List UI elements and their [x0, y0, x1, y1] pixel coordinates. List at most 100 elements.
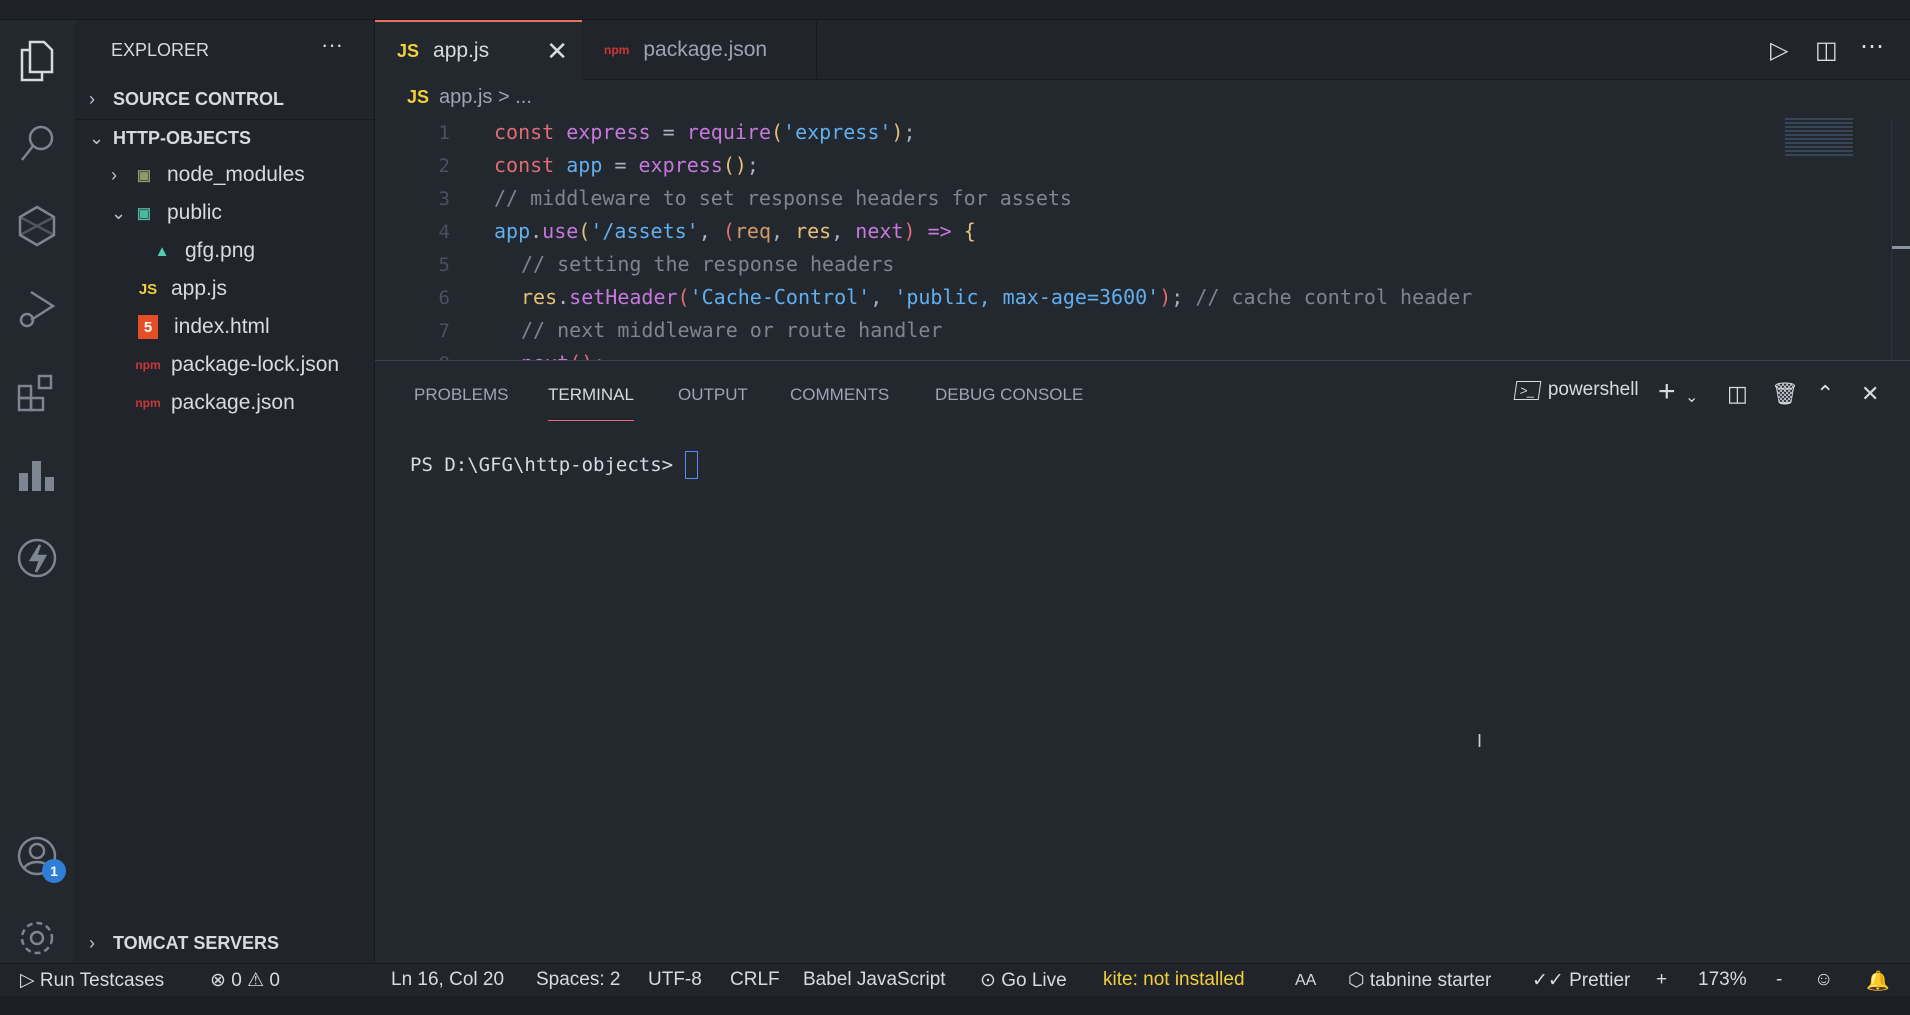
tabnine-status[interactable]: ⬡ tabnine starter	[1348, 969, 1491, 992]
tab-app-js[interactable]: JS app.js ✕	[375, 20, 582, 80]
extensions-icon[interactable]	[14, 369, 60, 415]
tree-label: node_modules	[167, 163, 305, 186]
line-number: 5	[438, 254, 450, 276]
warning-count: 0	[269, 970, 280, 991]
tab-debug-console[interactable]: DEBUG CONSOLE	[935, 385, 1083, 421]
tree-label: gfg.png	[185, 239, 256, 262]
tree-label: package.json	[171, 391, 295, 414]
section-tomcat-servers[interactable]: › TOMCAT SERVERS	[75, 924, 375, 962]
run-icon[interactable]: ▷	[1770, 36, 1788, 65]
code-editor[interactable]: JS app.js > ... 1 2 3 4 5 6 7 8 const exp…	[375, 80, 1910, 360]
run-debug-icon[interactable]	[14, 286, 60, 332]
trash-icon[interactable]: 🗑	[1771, 381, 1799, 407]
error-count: 0	[231, 970, 242, 991]
new-terminal-icon[interactable]: +	[1658, 375, 1676, 409]
npm-file-icon: npm	[135, 396, 161, 410]
section-http-objects[interactable]: ⌄ HTTP-OBJECTS	[75, 119, 375, 157]
zoom-in-button[interactable]: +	[1656, 969, 1667, 991]
section-label: HTTP-OBJECTS	[113, 128, 252, 148]
line-number: 3	[438, 188, 450, 210]
line-number: 6	[438, 287, 450, 309]
tab-problems[interactable]: PROBLEMS	[414, 385, 508, 421]
editor-scrollbar[interactable]	[1891, 118, 1910, 360]
go-live-button[interactable]: ⊙ Go Live	[980, 969, 1067, 992]
tab-output[interactable]: OUTPUT	[678, 385, 748, 421]
error-icon: ⊗	[210, 970, 226, 991]
chevron-down-icon: ⌄	[111, 202, 127, 223]
maximize-panel-icon[interactable]: ⌃	[1816, 381, 1834, 407]
tab-comments[interactable]: COMMENTS	[790, 385, 889, 421]
feedback-icon[interactable]: ☺	[1814, 969, 1833, 991]
tree-item-package-json[interactable]: npm package.json	[75, 384, 375, 422]
breadcrumb-file[interactable]: app.js	[439, 86, 492, 108]
tab-terminal[interactable]: TERMINAL	[548, 385, 634, 421]
shell-name: powershell	[1547, 379, 1639, 400]
search-icon[interactable]	[14, 120, 60, 166]
npm-file-icon: npm	[135, 358, 161, 372]
chevron-down-icon: ⌄	[89, 128, 105, 148]
line-number: 4	[438, 221, 450, 243]
language-mode[interactable]: Babel JavaScript	[803, 969, 946, 991]
os-taskbar	[0, 996, 1910, 1015]
terminal-icon: >_	[1513, 380, 1542, 400]
chevron-right-icon: >	[497, 86, 510, 108]
prettier-label: Prettier	[1569, 970, 1631, 991]
tab-label: app.js	[433, 39, 490, 62]
notifications-bell-icon[interactable]: 🔔	[1866, 969, 1890, 993]
more-actions-icon[interactable]: ⋯	[1860, 32, 1884, 61]
run-testcases-button[interactable]: ▷ Run Testcases	[20, 969, 164, 992]
split-editor-icon[interactable]: ◫	[1815, 36, 1838, 65]
terminal-shell-selector[interactable]: >_ powershell	[1513, 379, 1639, 401]
tab-package-json[interactable]: npm package.json	[582, 20, 817, 80]
code-line: app.use('/assets', (req, res, next) => {	[494, 219, 976, 243]
close-tab-icon[interactable]: ✕	[546, 36, 568, 67]
tree-item-gfg-png[interactable]: ▲ gfg.png	[75, 232, 375, 270]
code-line: // middleware to set response headers fo…	[494, 186, 1072, 210]
terminal-output[interactable]: PS D:\GFG\http-objects>	[410, 451, 698, 479]
encoding[interactable]: UTF-8	[648, 969, 702, 991]
source-control-icon[interactable]	[14, 203, 60, 249]
js-file-icon: JS	[138, 280, 158, 298]
tree-item-app-js[interactable]: JS app.js	[75, 270, 375, 308]
zoom-level[interactable]: 173%	[1698, 969, 1747, 991]
tree-item-public[interactable]: ⌄ ▣ public	[75, 194, 375, 232]
prettier-status[interactable]: ✓✓ Prettier	[1532, 969, 1630, 992]
section-label: SOURCE CONTROL	[113, 88, 284, 109]
kite-status[interactable]: kite: not installed	[1103, 969, 1245, 991]
status-bar: ▷ Run Testcases ⊗ 0 ⚠ 0 Ln 16, Col 20 Sp…	[0, 963, 1910, 996]
js-file-icon: JS	[397, 40, 420, 61]
breadcrumb-symbols[interactable]: ...	[515, 86, 532, 108]
code-line: const express = require('express');	[494, 120, 916, 144]
lightning-icon[interactable]	[14, 535, 60, 581]
tree-item-package-lock-json[interactable]: npm package-lock.json	[75, 346, 375, 384]
accounts-badge: 1	[42, 859, 66, 883]
npm-file-icon: npm	[604, 43, 630, 57]
tree-label: app.js	[171, 277, 228, 300]
explorer-icon[interactable]	[14, 38, 60, 84]
indentation[interactable]: Spaces: 2	[536, 969, 621, 991]
problems-indicator[interactable]: ⊗ 0 ⚠ 0	[210, 969, 280, 992]
zoom-out-button[interactable]: -	[1776, 969, 1782, 991]
more-actions-icon[interactable]: ···	[321, 32, 343, 58]
section-source-control[interactable]: › SOURCE CONTROL	[75, 80, 375, 118]
chart-icon[interactable]	[14, 452, 60, 498]
code-line: const app = express();	[494, 153, 759, 177]
font-size-icon[interactable]: AA	[1295, 972, 1316, 990]
settings-gear-icon[interactable]	[14, 915, 60, 961]
tabnine-icon: ⬡	[1348, 970, 1365, 991]
tree-item-node-modules[interactable]: › ▣ node_modules	[75, 156, 375, 194]
split-terminal-icon[interactable]: ◫	[1727, 381, 1748, 407]
accounts-icon[interactable]: 1	[14, 833, 66, 883]
tree-item-index-html[interactable]: 5 index.html	[75, 308, 375, 346]
end-of-line[interactable]: CRLF	[730, 969, 780, 991]
chevron-down-icon[interactable]: ⌄	[1685, 387, 1698, 407]
minimap[interactable]	[1785, 118, 1853, 158]
title-bar	[0, 0, 1910, 20]
code-line: res.setHeader('Cache-Control', 'public, …	[521, 285, 1473, 309]
html-file-icon: 5	[138, 315, 158, 339]
close-panel-icon[interactable]: ✕	[1861, 381, 1879, 407]
cursor-position[interactable]: Ln 16, Col 20	[391, 969, 504, 991]
public-folder-icon: ▣	[136, 205, 152, 222]
tree-label: index.html	[174, 315, 270, 338]
line-number: 1	[438, 122, 450, 144]
